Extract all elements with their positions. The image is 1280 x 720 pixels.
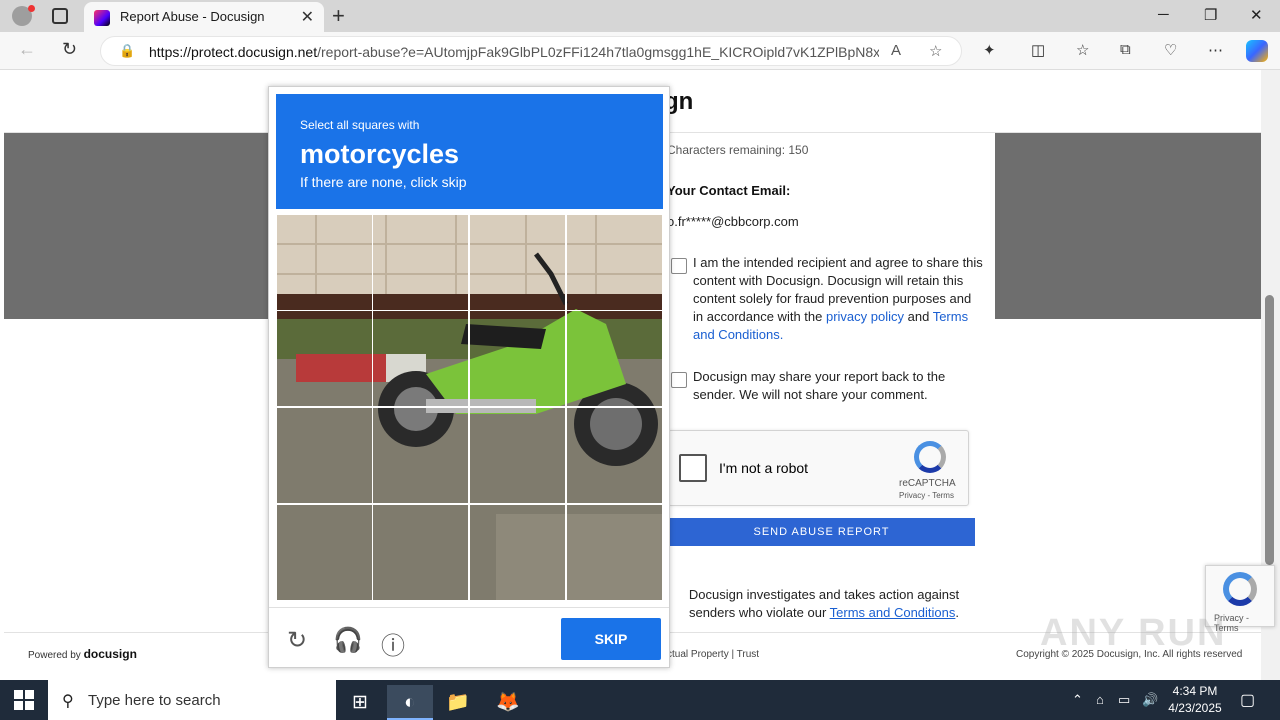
report-form: Characters remaining: 150 Your Contact E… <box>665 133 995 680</box>
firefox-icon[interactable]: 🦊 <box>485 685 531 720</box>
recaptcha-checkbox[interactable] <box>679 454 707 482</box>
grid-tile[interactable] <box>469 504 566 601</box>
overlay-right <box>995 133 1261 319</box>
chars-remaining: Characters remaining: 150 <box>667 143 809 157</box>
send-abuse-report-button[interactable]: SEND ABUSE REPORT <box>668 518 975 546</box>
search-placeholder: Type here to search <box>88 692 221 709</box>
network-icon[interactable]: ⌂ <box>1096 692 1104 707</box>
consent-checkbox[interactable] <box>671 258 687 274</box>
recaptcha-logo-icon <box>914 441 946 473</box>
grid-tile[interactable] <box>566 504 663 601</box>
contact-email-value: o.fr*****@cbbcorp.com <box>667 214 799 229</box>
docusign-footer-logo[interactable]: docusign <box>84 647 137 661</box>
grid-tile[interactable] <box>372 214 469 311</box>
browser-toolbar: ← ↻ 🔒 https://protect.docusign.net/repor… <box>0 32 1280 70</box>
tray-chevron-icon[interactable]: ⌃ <box>1072 692 1083 708</box>
collections-icon[interactable]: ⧉ <box>1120 41 1131 58</box>
settings-menu-icon[interactable]: ⋯ <box>1208 41 1223 59</box>
split-screen-icon[interactable]: ◫ <box>1031 41 1045 59</box>
close-window-button[interactable]: ✕ <box>1250 6 1263 24</box>
grid-tile[interactable] <box>372 504 469 601</box>
consent-text: I am the intended recipient and agree to… <box>693 255 983 342</box>
recaptcha-widget: I'm not a robot reCAPTCHA Privacy - Term… <box>668 430 969 506</box>
grid-tile[interactable] <box>566 407 663 504</box>
grid-tile[interactable] <box>566 310 663 407</box>
recaptcha-terms[interactable]: Privacy - Terms <box>899 491 954 500</box>
recaptcha-label: I'm not a robot <box>719 460 809 476</box>
grid-tile[interactable] <box>469 407 566 504</box>
edge-taskbar-icon[interactable]: ◐ <box>387 685 433 720</box>
refresh-icon[interactable]: ↻ <box>62 39 77 60</box>
back-icon[interactable]: ← <box>18 39 36 60</box>
windows-taskbar: ⚲ Type here to search ⊞ ◐ 📁 🦊 ⌃ ⌂ ▭ 🔊 4:… <box>0 680 1280 720</box>
grid-tile[interactable] <box>469 214 566 311</box>
task-view-icon[interactable]: ⊞ <box>337 685 383 720</box>
grid-tile[interactable] <box>276 310 373 407</box>
new-tab-button[interactable]: + <box>332 3 345 29</box>
copilot-icon[interactable] <box>1246 40 1268 62</box>
favorites-icon[interactable]: ☆ <box>1076 41 1089 59</box>
taskbar-search[interactable]: ⚲ Type here to search <box>48 680 336 720</box>
share-text: Docusign may share your report back to t… <box>693 369 946 402</box>
recaptcha-challenge: Select all squares with motorcycles If t… <box>268 86 670 668</box>
search-icon: ⚲ <box>62 693 74 710</box>
minimize-button[interactable]: ─ <box>1158 6 1169 23</box>
reload-icon[interactable]: ↻ <box>287 626 307 655</box>
tab-actions-icon[interactable] <box>52 8 68 24</box>
scroll-thumb[interactable] <box>1265 295 1274 565</box>
grid-tile[interactable] <box>276 214 373 311</box>
challenge-toolbar: ↻ 🎧 ⓘ SKIP <box>269 607 669 669</box>
powered-by: Powered by docusign <box>28 647 137 661</box>
tab-title: Report Abuse - Docusign <box>120 9 265 24</box>
challenge-object: motorcycles <box>300 139 460 169</box>
docusign-favicon-icon <box>94 10 110 26</box>
browser-essentials-icon[interactable]: ♡ <box>1164 41 1177 59</box>
address-bar[interactable]: 🔒 https://protect.docusign.net/report-ab… <box>100 36 962 66</box>
contact-email-label: Your Contact Email: <box>667 183 791 198</box>
overlay-left <box>4 133 269 319</box>
volume-icon[interactable]: 🔊 <box>1142 692 1158 708</box>
recaptcha-badge-icon <box>1223 572 1257 606</box>
taskbar-clock[interactable]: 4:34 PM 4/23/2025 <box>1166 683 1224 717</box>
maximize-button[interactable]: ❐ <box>1204 6 1217 24</box>
skip-button[interactable]: SKIP <box>561 618 661 660</box>
notifications-icon[interactable]: ▢ <box>1240 690 1255 710</box>
info-icon[interactable]: ⓘ <box>381 626 405 661</box>
grid-tile[interactable] <box>372 310 469 407</box>
audio-icon[interactable]: 🎧 <box>333 626 363 655</box>
grid-tile[interactable] <box>566 214 663 311</box>
grid-tile[interactable] <box>372 407 469 504</box>
url-text[interactable]: https://protect.docusign.net/report-abus… <box>149 44 879 60</box>
notification-dot <box>28 5 35 12</box>
challenge-instruction: Select all squares with <box>300 118 420 132</box>
anyrun-watermark: ANY RUN <box>1040 612 1227 654</box>
grid-tile[interactable] <box>469 310 566 407</box>
challenge-skip-note: If there are none, click skip <box>300 174 467 190</box>
display-icon[interactable]: ▭ <box>1118 692 1130 708</box>
tab-bar: Report Abuse - Docusign ✕ + ─ ❐ ✕ <box>0 0 1280 32</box>
extensions-icon[interactable]: ✦ <box>983 41 996 59</box>
read-aloud-icon[interactable]: A <box>891 42 901 59</box>
favorite-star-icon[interactable]: ☆ <box>929 42 942 60</box>
privacy-policy-link[interactable]: privacy policy <box>826 309 904 324</box>
tab-close-icon[interactable]: ✕ <box>301 7 314 27</box>
challenge-image-grid <box>276 214 663 601</box>
grid-tile[interactable] <box>276 504 373 601</box>
terms-conditions-link[interactable]: Terms and Conditions <box>830 605 956 620</box>
investigate-note: Docusign investigates and takes action a… <box>688 587 960 620</box>
windows-start-icon[interactable] <box>14 690 34 710</box>
file-explorer-icon[interactable]: 📁 <box>435 685 481 720</box>
share-checkbox[interactable] <box>671 372 687 388</box>
tab-report-abuse[interactable]: Report Abuse - Docusign ✕ <box>84 2 324 32</box>
grid-tile[interactable] <box>276 407 373 504</box>
challenge-header: Select all squares with motorcycles If t… <box>276 94 663 209</box>
recaptcha-brand: reCAPTCHA <box>899 478 956 489</box>
footer-links[interactable]: ctual Property | Trust <box>667 649 759 660</box>
lock-icon[interactable]: 🔒 <box>119 43 135 59</box>
